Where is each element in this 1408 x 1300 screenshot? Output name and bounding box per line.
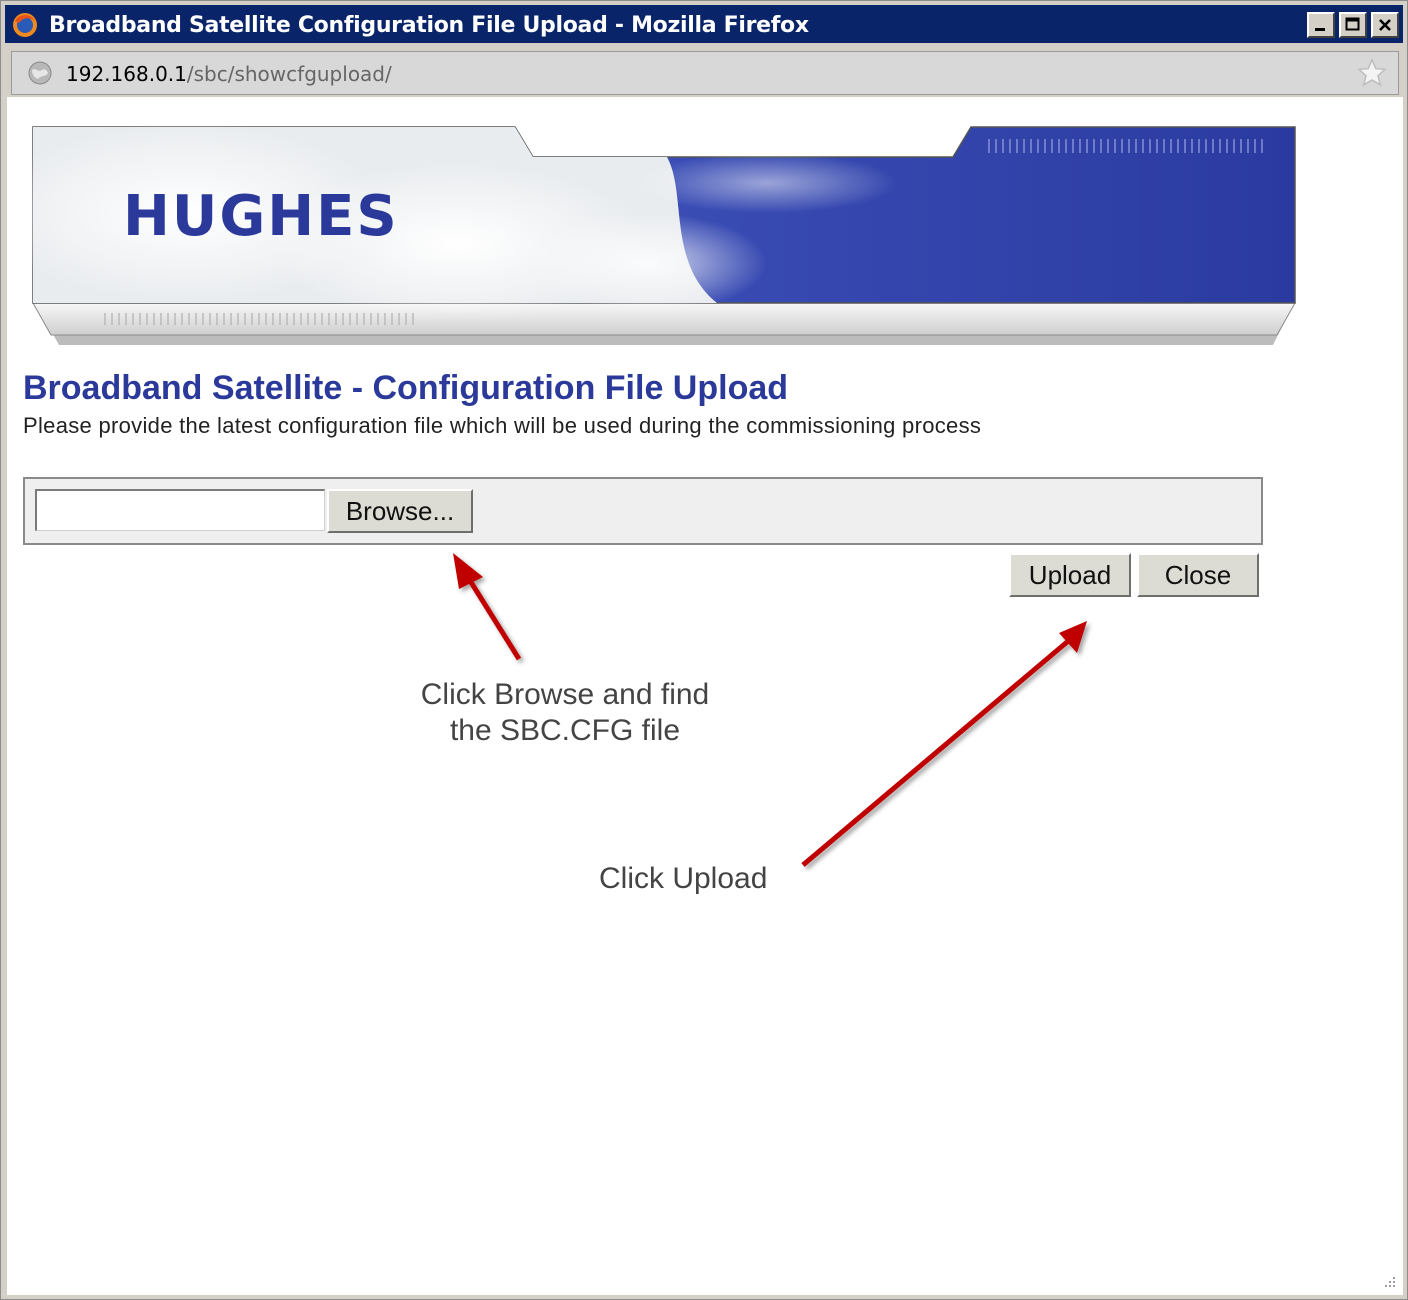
globe-icon bbox=[28, 61, 52, 85]
browser-window: Broadband Satellite Configuration File U… bbox=[0, 0, 1408, 1300]
url-host: 192.168.0.1 bbox=[66, 62, 187, 86]
close-window-button[interactable] bbox=[1371, 12, 1399, 38]
hughes-banner: HUGHES bbox=[27, 123, 1296, 345]
star-icon[interactable] bbox=[1356, 57, 1388, 89]
maximize-icon bbox=[1345, 17, 1360, 31]
browse-annotation-line2: the SBC.CFG file bbox=[449, 714, 681, 747]
hughes-logo: HUGHES bbox=[123, 184, 399, 249]
browse-annotation: Click Browse and find the SBC.CFG file bbox=[405, 677, 725, 749]
upload-button[interactable]: Upload bbox=[1009, 553, 1131, 597]
minimize-button[interactable] bbox=[1307, 12, 1335, 38]
firefox-icon bbox=[13, 13, 37, 37]
close-button[interactable]: Close bbox=[1137, 553, 1259, 597]
upload-annotation: Click Upload bbox=[599, 862, 768, 895]
file-path-input[interactable] bbox=[35, 489, 325, 531]
maximize-button[interactable] bbox=[1339, 12, 1367, 38]
close-icon bbox=[1379, 19, 1391, 31]
browse-annotation-line1: Click Browse and find bbox=[420, 678, 710, 711]
arrow-to-browse bbox=[453, 553, 522, 661]
file-upload-panel: Browse... bbox=[23, 477, 1263, 545]
url-path: /sbc/showcfgupload/ bbox=[186, 62, 392, 86]
arrow-to-upload bbox=[801, 621, 1087, 867]
resize-grip-icon[interactable] bbox=[1379, 1271, 1397, 1289]
page-title: Broadband Satellite - Configuration File… bbox=[23, 369, 789, 407]
url-text: 192.168.0.1/sbc/showcfgupload/ bbox=[66, 62, 392, 86]
page-content: HUGHES Broadband Satellite - Configurati… bbox=[7, 97, 1403, 1295]
browse-button[interactable]: Browse... bbox=[327, 489, 473, 533]
page-subtitle: Please provide the latest configuration … bbox=[23, 413, 982, 438]
title-bar[interactable]: Broadband Satellite Configuration File U… bbox=[5, 5, 1403, 43]
window-title: Broadband Satellite Configuration File U… bbox=[49, 13, 809, 38]
address-bar[interactable]: 192.168.0.1/sbc/showcfgupload/ bbox=[11, 51, 1399, 95]
minimize-icon bbox=[1315, 28, 1325, 31]
